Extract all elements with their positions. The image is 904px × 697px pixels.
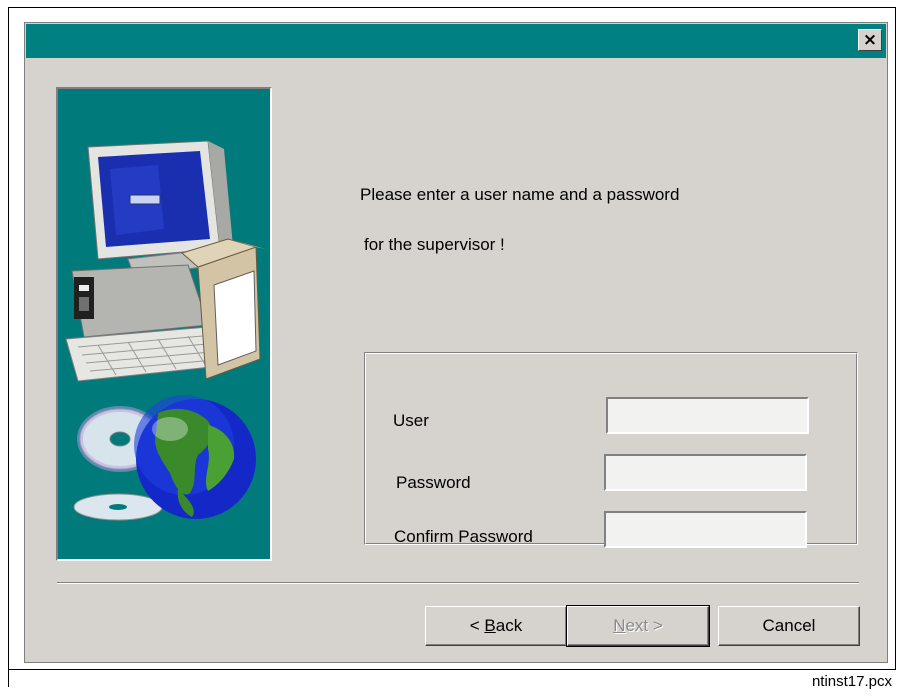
frame-border-right [895,7,896,670]
back-button[interactable]: < Back [425,606,567,646]
instruction-line-1: Please enter a user name and a password [360,185,680,204]
frame-border-top [8,7,896,8]
instruction-line-2: for the supervisor ! [364,235,505,254]
frame-border-bottom [8,669,896,670]
frame-border-left [8,7,9,687]
next-rest: ext > [625,616,663,635]
close-icon: × [862,29,878,50]
title-bar: × [26,24,886,58]
button-separator [57,582,859,584]
wizard-side-image [56,87,272,561]
close-button[interactable]: × [858,29,882,51]
password-input[interactable] [604,454,807,491]
password-label: Password [396,473,471,492]
computer-illustration [65,140,266,521]
back-prefix: < [469,616,485,635]
next-button[interactable]: Next > [566,605,710,647]
confirm-password-input[interactable] [604,511,807,548]
next-hotkey: N [613,616,626,635]
cancel-button[interactable]: Cancel [718,606,860,646]
setup-dialog: × Please enter a user name and a passwor… [24,22,888,663]
back-hotkey: B [484,616,496,635]
back-rest: ack [495,616,523,635]
confirm-password-label: Confirm Password [394,527,533,546]
figure-caption: ntinst17.pcx [811,673,892,690]
user-input[interactable] [606,397,809,434]
user-label: User [393,411,429,430]
credentials-group: User Password Confirm Password [364,352,858,548]
